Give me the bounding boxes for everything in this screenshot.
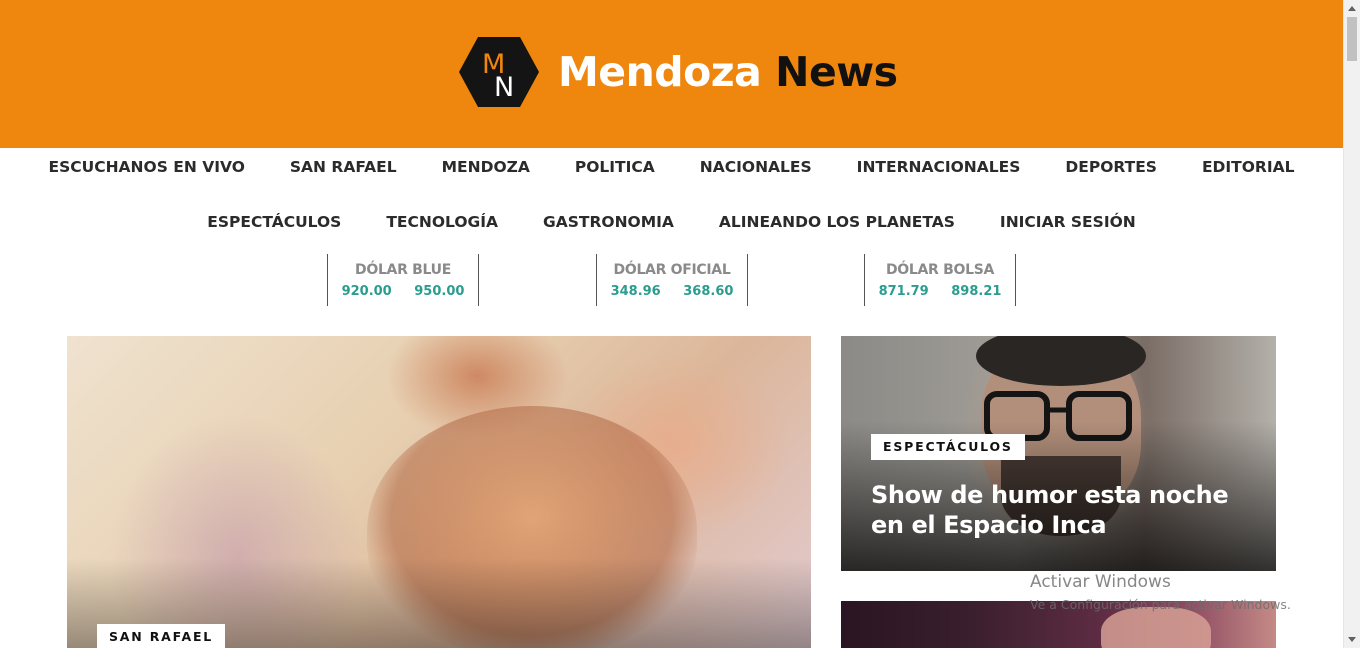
currency-buy-value: 871.79	[878, 284, 929, 299]
currency-widget-dolar-bolsa: DÓLAR BOLSA 871.79 898.21	[864, 254, 1016, 306]
nav-item-deportes[interactable]: DEPORTES	[1043, 156, 1180, 178]
article-title[interactable]: Show de humor esta noche en el Espacio I…	[871, 480, 1251, 540]
nav-item-politica[interactable]: POLITICA	[552, 156, 677, 178]
featured-article-side-1[interactable]: ESPECTÁCULOS Show de humor esta noche en…	[841, 336, 1276, 571]
logo-letter-n: N	[494, 72, 514, 103]
nav-item-internacionales[interactable]: INTERNACIONALES	[834, 156, 1043, 178]
brand-word-news: News	[775, 47, 898, 96]
vertical-scrollbar[interactable]	[1343, 0, 1360, 648]
page: M N Mendoza News ESCUCHANOS EN VIVO SAN …	[0, 0, 1343, 648]
currency-title: DÓLAR BOLSA	[885, 262, 995, 278]
currency-buy-value: 920.00	[341, 284, 392, 299]
nav-item-gastronomia[interactable]: GASTRONOMIA	[521, 211, 697, 233]
currency-sell-value: 950.00	[414, 284, 465, 299]
currency-values: 871.79 898.21	[865, 284, 1015, 299]
main-nav-row-1: ESCUCHANOS EN VIVO SAN RAFAEL MENDOZA PO…	[0, 156, 1343, 178]
currency-values: 348.96 368.60	[597, 284, 747, 299]
currency-title: DÓLAR BLUE	[355, 262, 451, 278]
windows-activation-watermark-subtitle: Ve a Configuración para activar Windows.	[1030, 597, 1291, 612]
currency-sell-value: 898.21	[951, 284, 1002, 299]
nav-item-mendoza[interactable]: MENDOZA	[419, 156, 552, 178]
nav-item-iniciar-sesion[interactable]: INICIAR SESIÓN	[977, 211, 1158, 233]
article-image	[1101, 607, 1211, 648]
currency-values: 920.00 950.00	[328, 284, 478, 299]
windows-activation-watermark-title: Activar Windows	[1030, 572, 1171, 592]
scrollbar-thumb[interactable]	[1347, 17, 1357, 61]
logo-hexagon-icon: M N	[458, 36, 540, 108]
scroll-up-arrow-icon[interactable]	[1348, 6, 1356, 11]
main-nav-row-2: ESPECTÁCULOS TECNOLOGÍA GASTRONOMIA ALIN…	[0, 211, 1343, 233]
currency-sell-value: 368.60	[683, 284, 734, 299]
nav-item-escuchanos-en-vivo[interactable]: ESCUCHANOS EN VIVO	[26, 156, 267, 178]
nav-item-san-rafael[interactable]: SAN RAFAEL	[267, 156, 419, 178]
nav-item-nacionales[interactable]: NACIONALES	[677, 156, 834, 178]
nav-item-editorial[interactable]: EDITORIAL	[1179, 156, 1317, 178]
featured-article-main[interactable]: SAN RAFAEL	[67, 336, 811, 648]
currency-title: DÓLAR OFICIAL	[613, 262, 731, 278]
currency-widget-dolar-blue: DÓLAR BLUE 920.00 950.00	[327, 254, 479, 306]
nav-item-espectaculos[interactable]: ESPECTÁCULOS	[185, 211, 364, 233]
nav-item-alineando-los-planetas[interactable]: ALINEANDO LOS PLANETAS	[696, 211, 977, 233]
nav-item-tecnologia[interactable]: TECNOLOGÍA	[364, 211, 521, 233]
currency-widget-dolar-oficial: DÓLAR OFICIAL 348.96 368.60	[596, 254, 748, 306]
site-header: M N Mendoza News	[0, 0, 1343, 148]
brand-word-mendoza: Mendoza	[558, 47, 762, 96]
site-logo[interactable]: M N Mendoza News	[458, 36, 898, 108]
category-badge[interactable]: ESPECTÁCULOS	[871, 434, 1025, 460]
category-badge[interactable]: SAN RAFAEL	[97, 624, 226, 648]
brand-name: Mendoza News	[558, 51, 898, 93]
scroll-down-arrow-icon[interactable]	[1348, 637, 1356, 642]
currency-buy-value: 348.96	[610, 284, 661, 299]
